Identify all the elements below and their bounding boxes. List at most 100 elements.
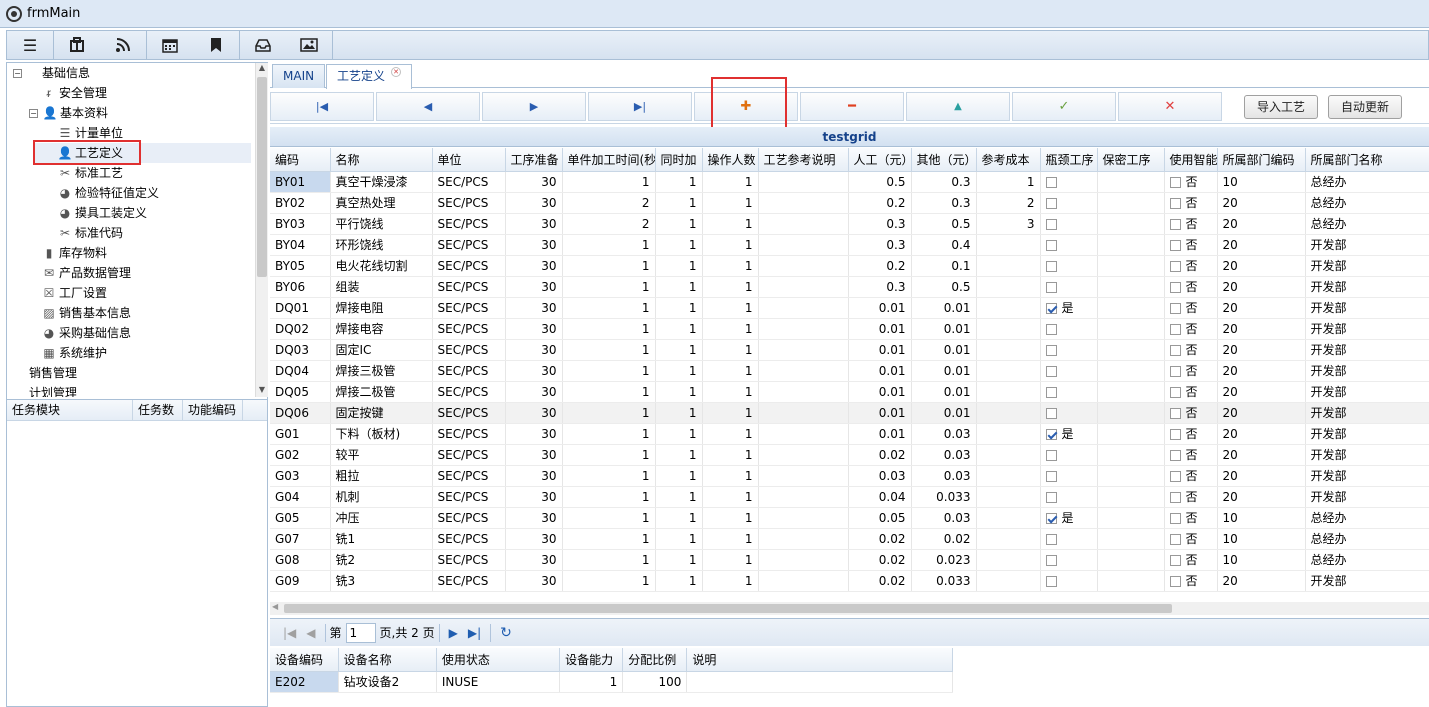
scroll-left-icon[interactable]: ◀ xyxy=(272,602,278,611)
refresh-icon[interactable]: ↻ xyxy=(500,625,512,641)
cell-simul[interactable]: 1 xyxy=(655,360,703,382)
equipment-column-header[interactable]: 说明 xyxy=(686,648,953,672)
cell-name[interactable]: 粗拉 xyxy=(330,465,433,487)
edit-record-button[interactable]: ▲ xyxy=(906,92,1010,121)
cell-labor[interactable]: 0.02 xyxy=(848,528,912,550)
grid-horizontal-scrollbar[interactable]: ◀ xyxy=(270,602,1429,615)
cell-code[interactable]: G09 xyxy=(270,570,331,592)
cell-prep[interactable]: 30 xyxy=(505,297,563,319)
cell-name[interactable]: 环形饶线 xyxy=(330,234,433,256)
cell-labor[interactable]: 0.5 xyxy=(848,171,912,193)
import-process-button[interactable]: 导入工艺 xyxy=(1244,95,1319,119)
cell-secret[interactable] xyxy=(1097,507,1165,529)
tree-node-inventory[interactable]: ▮ 库存物料 xyxy=(41,243,107,263)
cell-code[interactable]: BY06 xyxy=(270,276,331,298)
cell-dept-code[interactable]: 20 xyxy=(1217,297,1306,319)
cell-code[interactable]: BY03 xyxy=(270,213,331,235)
table-row[interactable]: G08 铣2 SEC/PCS 30 1 1 1 0.02 0.023 否 10 总经办 xyxy=(270,549,1429,571)
cell-unit[interactable]: SEC/PCS xyxy=(432,528,506,550)
cell-ops[interactable]: 1 xyxy=(702,486,759,508)
cell-smart[interactable]: 否 xyxy=(1164,528,1218,550)
cell-unit[interactable]: SEC/PCS xyxy=(432,276,506,298)
cell-name[interactable]: 铣3 xyxy=(330,570,433,592)
equipment-cell-code[interactable]: E202 xyxy=(270,671,339,693)
checkbox[interactable] xyxy=(1169,513,1181,524)
prev-page-icon[interactable]: ◀ xyxy=(306,626,315,640)
cell-prep[interactable]: 30 xyxy=(505,192,563,214)
first-page-icon[interactable]: |◀ xyxy=(283,626,296,640)
checkbox[interactable] xyxy=(1045,176,1057,188)
auto-update-button[interactable]: 自动更新 xyxy=(1328,95,1403,119)
cell-dept-code[interactable]: 20 xyxy=(1217,423,1306,445)
grid-column-header[interactable]: 使用智能 xyxy=(1164,148,1218,172)
cell-unit[interactable]: SEC/PCS xyxy=(432,360,506,382)
table-row[interactable]: BY06 组装 SEC/PCS 30 1 1 1 0.3 0.5 否 20 开发部 xyxy=(270,276,1429,298)
cell-secret[interactable] xyxy=(1097,171,1165,193)
cell-smart[interactable]: 否 xyxy=(1164,465,1218,487)
cell-secret[interactable] xyxy=(1097,570,1165,592)
checkbox[interactable] xyxy=(1045,386,1057,398)
cell-prep[interactable]: 30 xyxy=(505,318,563,340)
cell-dept-code[interactable]: 20 xyxy=(1217,192,1306,214)
delete-record-button[interactable]: ━ xyxy=(800,92,904,121)
cell-time[interactable]: 1 xyxy=(562,465,656,487)
cell-other[interactable]: 0.01 xyxy=(911,360,977,382)
cell-name[interactable]: 铣2 xyxy=(330,549,433,571)
cell-name[interactable]: 平行饶线 xyxy=(330,213,433,235)
checkbox[interactable] xyxy=(1169,408,1181,419)
cell-dept-name[interactable]: 开发部 xyxy=(1305,402,1429,424)
cell-dept-code[interactable]: 20 xyxy=(1217,255,1306,277)
checkbox[interactable] xyxy=(1169,282,1181,293)
cell-bottleneck[interactable] xyxy=(1040,444,1098,466)
scroll-thumb[interactable] xyxy=(284,604,1172,613)
cell-dept-name[interactable]: 总经办 xyxy=(1305,192,1429,214)
cell-name[interactable]: 电火花线切割 xyxy=(330,255,433,277)
cell-prep[interactable]: 30 xyxy=(505,213,563,235)
cell-other[interactable]: 0.033 xyxy=(911,570,977,592)
cell-name[interactable]: 真空干燥浸漆 xyxy=(330,171,433,193)
cell-ops[interactable]: 1 xyxy=(702,360,759,382)
cell-secret[interactable] xyxy=(1097,255,1165,277)
cell-bottleneck[interactable] xyxy=(1040,171,1098,193)
table-row[interactable]: BY05 电火花线切割 SEC/PCS 30 1 1 1 0.2 0.1 否 20 开发部 xyxy=(270,255,1429,277)
cell-time[interactable]: 1 xyxy=(562,528,656,550)
checkbox[interactable] xyxy=(1045,323,1057,335)
cell-labor[interactable]: 0.01 xyxy=(848,297,912,319)
task-header-count[interactable]: 任务数 xyxy=(133,400,183,421)
checkbox[interactable] xyxy=(1045,575,1057,587)
cell-time[interactable]: 1 xyxy=(562,171,656,193)
grid-column-header[interactable]: 单件加工时间(秒) xyxy=(562,148,656,172)
cell-labor[interactable]: 0.01 xyxy=(848,402,912,424)
cell-note[interactable] xyxy=(758,276,849,298)
cell-labor[interactable]: 0.05 xyxy=(848,507,912,529)
cell-code[interactable]: G04 xyxy=(270,486,331,508)
cell-simul[interactable]: 1 xyxy=(655,507,703,529)
cell-ops[interactable]: 1 xyxy=(702,255,759,277)
cell-simul[interactable]: 1 xyxy=(655,255,703,277)
cell-dept-code[interactable]: 20 xyxy=(1217,213,1306,235)
cell-unit[interactable]: SEC/PCS xyxy=(432,213,506,235)
cell-cost[interactable] xyxy=(976,465,1041,487)
cell-cost[interactable] xyxy=(976,276,1041,298)
cell-labor[interactable]: 0.01 xyxy=(848,381,912,403)
checkbox[interactable] xyxy=(1045,365,1057,377)
cell-dept-code[interactable]: 20 xyxy=(1217,444,1306,466)
cell-code[interactable]: G01 xyxy=(270,423,331,445)
cell-time[interactable]: 1 xyxy=(562,297,656,319)
cell-prep[interactable]: 30 xyxy=(505,423,563,445)
cell-labor[interactable]: 0.3 xyxy=(848,213,912,235)
cell-note[interactable] xyxy=(758,255,849,277)
equipment-column-header[interactable]: 设备能力 xyxy=(559,648,624,672)
cell-ops[interactable]: 1 xyxy=(702,465,759,487)
cell-name[interactable]: 较平 xyxy=(330,444,433,466)
cell-smart[interactable]: 否 xyxy=(1164,171,1218,193)
cell-time[interactable]: 1 xyxy=(562,402,656,424)
cell-ops[interactable]: 1 xyxy=(702,171,759,193)
grid-column-header[interactable]: 工艺参考说明 xyxy=(758,148,849,172)
cell-secret[interactable] xyxy=(1097,465,1165,487)
checkbox[interactable] xyxy=(1169,576,1181,587)
checkbox[interactable] xyxy=(1045,449,1057,461)
briefcase-icon[interactable] xyxy=(54,31,100,59)
tree-node-sales-info[interactable]: ▨ 销售基本信息 xyxy=(41,303,131,323)
grid-column-header[interactable]: 名称 xyxy=(330,148,433,172)
